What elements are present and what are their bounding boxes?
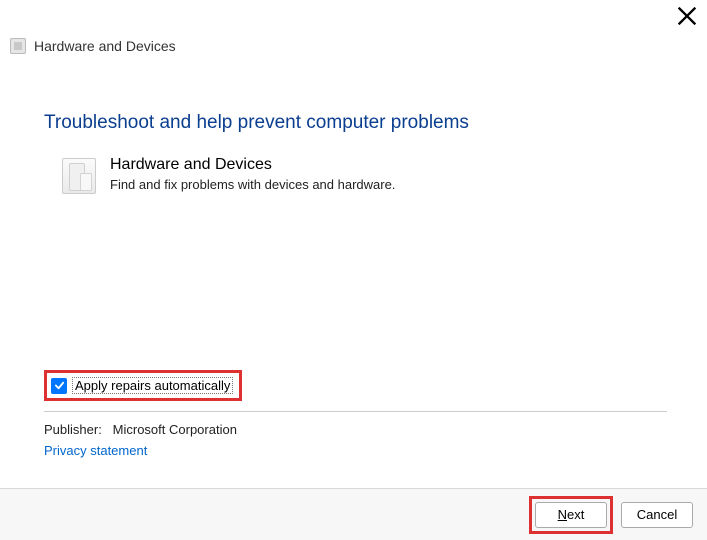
privacy-link[interactable]: Privacy statement [44,443,147,458]
footer: Next Cancel [0,488,707,540]
window-title: Hardware and Devices [34,38,176,54]
next-button-highlight: Next [529,496,613,534]
hardware-icon [62,158,96,194]
item-title: Hardware and Devices [110,156,395,174]
item-description: Find and fix problems with devices and h… [110,177,395,192]
page-title: Troubleshoot and help prevent computer p… [44,112,667,134]
troubleshooter-item: Hardware and Devices Find and fix proble… [44,156,667,194]
apply-repairs-checkbox[interactable]: Apply repairs automatically [44,370,242,401]
title-bar: Hardware and Devices [0,30,707,56]
close-button[interactable] [677,6,697,26]
divider [44,411,667,412]
troubleshooter-icon [10,38,26,54]
cancel-button[interactable]: Cancel [621,502,693,528]
checkbox-label: Apply repairs automatically [72,377,233,394]
checkbox-check-icon [51,378,67,394]
next-button[interactable]: Next [535,502,607,528]
publisher-label: Publisher: [44,422,102,437]
publisher-row: Publisher: Microsoft Corporation [44,422,667,437]
publisher-value: Microsoft Corporation [113,422,237,437]
